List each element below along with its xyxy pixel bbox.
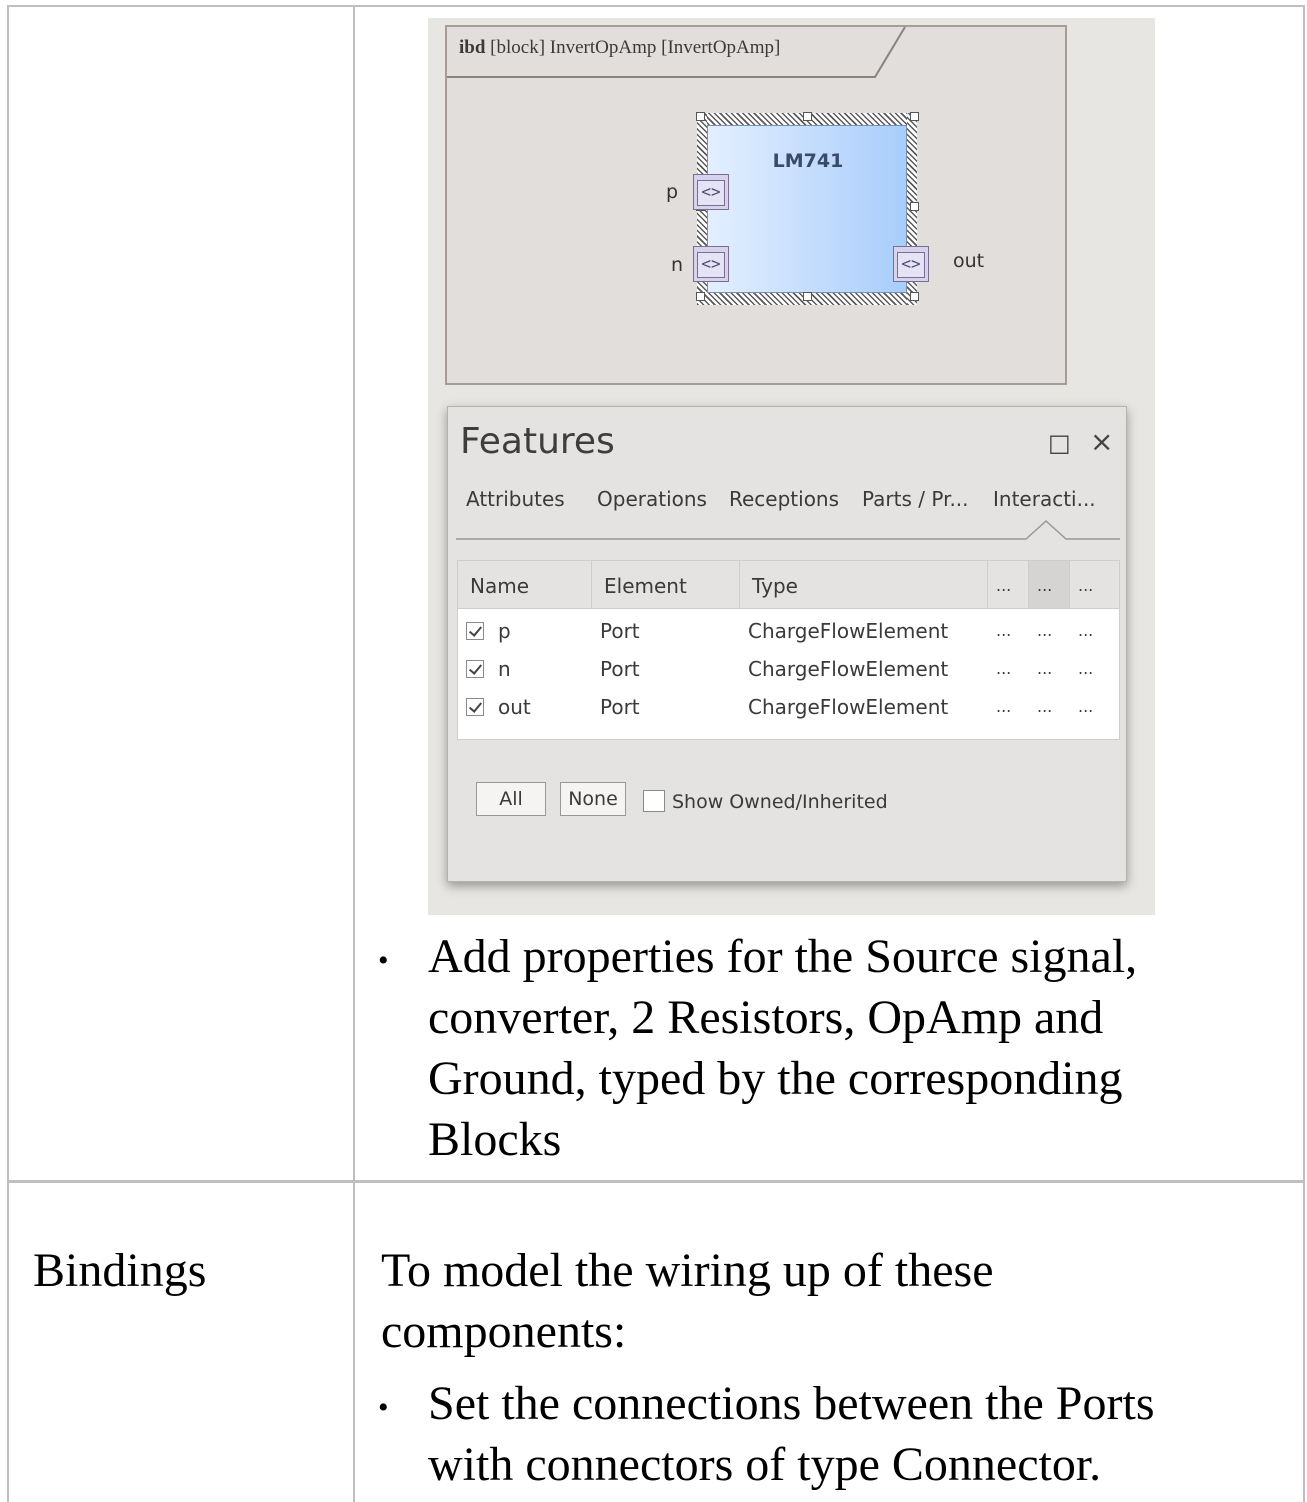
table-border-top: [7, 5, 1305, 7]
intro-line-1: To model the wiring up of these: [381, 1244, 994, 1297]
maximize-icon[interactable]: □: [1048, 429, 1071, 457]
tab-parts[interactable]: Parts / Pr...: [862, 487, 969, 511]
tab-operations[interactable]: Operations: [597, 487, 707, 511]
port-label-p: p: [666, 181, 679, 203]
table-border-right: [1303, 5, 1305, 1502]
port-label-out: out: [953, 250, 985, 272]
column-header-name[interactable]: Name: [458, 561, 592, 608]
column-header-extra-1[interactable]: ...: [988, 561, 1029, 608]
column-header-extra-2[interactable]: ...: [1029, 561, 1070, 608]
cell-extra-1: ...: [996, 621, 1012, 640]
resize-handle-bottom-left[interactable]: [696, 292, 705, 301]
cell-name: out: [498, 695, 531, 719]
resize-handle-bottom-right[interactable]: [910, 292, 919, 301]
cell-extra-3: ...: [1078, 621, 1094, 640]
show-owned-label[interactable]: Show Owned/Inherited: [672, 791, 888, 813]
port-icon: <>: [697, 180, 725, 206]
row-checkbox[interactable]: [466, 622, 484, 640]
cell-extra-2: ...: [1037, 621, 1053, 640]
bullet-1-line-4: Blocks: [428, 1113, 562, 1166]
table-row[interactable]: out Port ChargeFlowElement ... ... ...: [458, 688, 1119, 726]
cell-name: p: [498, 619, 511, 643]
cell-element: Port: [600, 695, 640, 719]
cell-extra-1: ...: [996, 659, 1012, 678]
cell-extra-3: ...: [1078, 697, 1094, 716]
bullet-1-line-3: Ground, typed by the corresponding: [428, 1052, 1123, 1105]
resize-handle-top-middle[interactable]: [803, 112, 812, 121]
tab-receptions[interactable]: Receptions: [729, 487, 839, 511]
intro-line-2: components:: [381, 1305, 627, 1358]
column-header-element[interactable]: Element: [592, 561, 740, 608]
lm741-block[interactable]: LM741: [707, 125, 907, 293]
cell-type: ChargeFlowElement: [748, 657, 949, 681]
cell-extra-1: ...: [996, 697, 1012, 716]
bullet-1-line-1: Add properties for the Source signal,: [428, 930, 1138, 983]
resize-handle-top-left[interactable]: [696, 112, 705, 121]
port-icon: <>: [697, 252, 725, 278]
features-grid: Name Element Type ... ... ... p Port Cha…: [457, 560, 1120, 740]
features-window-title: Features: [460, 421, 615, 462]
grid-header: Name Element Type ... ... ...: [458, 561, 1119, 609]
close-icon[interactable]: ×: [1090, 425, 1113, 458]
port-out[interactable]: <>: [893, 246, 929, 282]
table-row-divider: [7, 1180, 1305, 1183]
port-n[interactable]: <>: [693, 246, 729, 282]
row-label-bindings: Bindings: [33, 1244, 207, 1297]
bullet-1-line-2: converter, 2 Resistors, OpAmp and: [428, 991, 1104, 1044]
tab-underline: [456, 519, 1120, 540]
none-button[interactable]: None: [560, 782, 626, 816]
tab-interactions[interactable]: Interacti...: [993, 487, 1096, 511]
cell-type: ChargeFlowElement: [748, 619, 949, 643]
column-header-type[interactable]: Type: [740, 561, 988, 608]
cell-extra-2: ...: [1037, 697, 1053, 716]
table-border-left: [7, 5, 9, 1502]
show-owned-checkbox[interactable]: [643, 790, 665, 812]
resize-handle-bottom-middle[interactable]: [803, 292, 812, 301]
cell-name: n: [498, 657, 511, 681]
row-checkbox[interactable]: [466, 660, 484, 678]
bullet-2-line-1: Set the connections between the Ports: [428, 1377, 1155, 1430]
table-column-divider: [353, 5, 355, 1502]
cell-element: Port: [600, 619, 640, 643]
block-name: LM741: [772, 150, 844, 172]
cell-extra-2: ...: [1037, 659, 1053, 678]
all-button[interactable]: All: [476, 782, 546, 816]
port-label-n: n: [671, 254, 684, 276]
row-checkbox[interactable]: [466, 698, 484, 716]
bullet-marker: •: [378, 1391, 389, 1424]
cell-type: ChargeFlowElement: [748, 695, 949, 719]
bullet-marker: •: [378, 944, 389, 977]
cell-extra-3: ...: [1078, 659, 1094, 678]
bullet-2-line-2: with connectors of type Connector.: [428, 1438, 1102, 1491]
tab-attributes[interactable]: Attributes: [466, 487, 565, 511]
ibd-frame-tab-outline: [447, 26, 906, 78]
port-icon: <>: [897, 252, 925, 278]
resize-handle-middle-right[interactable]: [910, 202, 919, 211]
table-row[interactable]: n Port ChargeFlowElement ... ... ...: [458, 650, 1119, 688]
table-row[interactable]: p Port ChargeFlowElement ... ... ...: [458, 612, 1119, 650]
features-window: Features □ × Attributes Operations Recep…: [447, 406, 1127, 882]
port-p[interactable]: <>: [693, 174, 729, 210]
cell-element: Port: [600, 657, 640, 681]
column-header-extra-3[interactable]: ...: [1070, 561, 1119, 608]
resize-handle-top-right[interactable]: [910, 112, 919, 121]
